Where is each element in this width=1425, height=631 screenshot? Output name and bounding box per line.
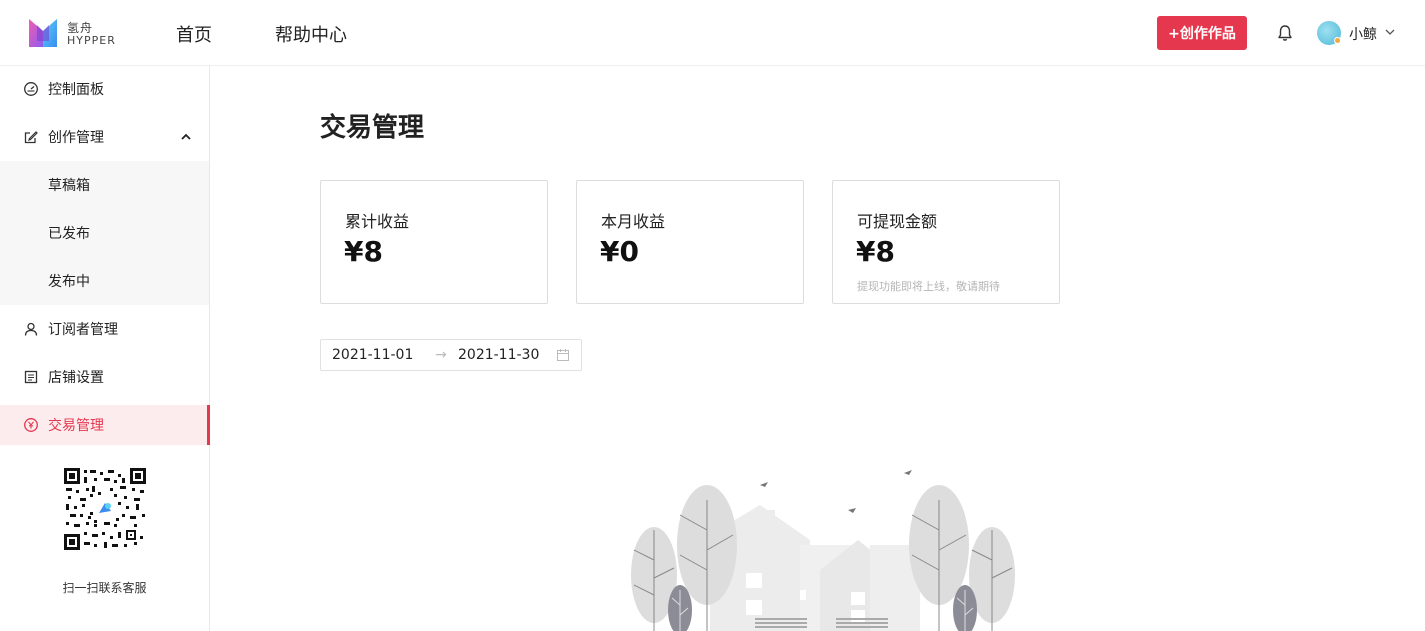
date-range-picker[interactable]: 2021-11-01 → 2021-11-30 — [320, 339, 582, 371]
top-header: 氢舟 HYPPER 首页 帮助中心 +创作作品 小鲸 — [0, 0, 1425, 66]
sidebar-item-published[interactable]: 已发布 — [0, 209, 209, 257]
sidebar-item-drafts[interactable]: 草稿箱 — [0, 161, 209, 209]
sidebar-item-label: 草稿箱 — [48, 178, 90, 194]
yen-icon — [24, 418, 38, 432]
sidebar-item-label: 发布中 — [48, 274, 90, 290]
card-value: ¥0 — [600, 235, 639, 268]
sidebar-item-dashboard[interactable]: 控制面板 — [0, 69, 209, 109]
nav-home[interactable]: 首页 — [176, 21, 212, 47]
qr-caption: 扫一扫联系客服 — [62, 581, 147, 595]
card-value: ¥8 — [344, 235, 383, 268]
date-range-separator: → — [435, 347, 447, 363]
user-icon — [24, 322, 38, 336]
chevron-down-icon[interactable] — [1384, 27, 1396, 37]
card-label: 可提现金额 — [857, 212, 938, 231]
sidebar-item-label: 控制面板 — [48, 82, 104, 98]
hypper-logo[interactable]: 氢舟 HYPPER — [29, 17, 119, 49]
avatar-badge — [1334, 37, 1341, 44]
sidebar-item-label: 交易管理 — [48, 418, 104, 434]
bell-icon[interactable] — [1276, 24, 1294, 42]
withdrawable-card: 可提现金额 ¥8 提现功能即将上线，敬请期待 — [832, 180, 1060, 304]
logo-mark-icon — [29, 19, 57, 47]
sidebar-item-publishing[interactable]: 发布中 — [0, 257, 209, 305]
monthly-earnings-card: 本月收益 ¥0 — [576, 180, 804, 304]
card-note: 提现功能即将上线，敬请期待 — [857, 280, 1000, 293]
empty-state-illustration — [631, 470, 1015, 631]
sidebar: 控制面板 创作管理 草稿箱 已发布 发布中 订阅者管理 店铺设置 交易管理 扫一… — [0, 66, 210, 631]
page-title: 交易管理 — [320, 113, 425, 143]
sidebar-item-label: 已发布 — [48, 226, 90, 242]
active-indicator — [207, 405, 210, 445]
store-icon — [24, 370, 38, 384]
calendar-icon[interactable] — [556, 348, 570, 362]
edit-icon — [24, 131, 38, 144]
logo-text-en: HYPPER — [67, 34, 116, 47]
card-label: 累计收益 — [345, 212, 410, 231]
username[interactable]: 小鲸 — [1349, 24, 1377, 44]
card-value: ¥8 — [856, 235, 895, 268]
sidebar-item-label: 创作管理 — [48, 130, 104, 146]
sidebar-item-creation[interactable]: 创作管理 — [0, 117, 209, 157]
date-end-input[interactable]: 2021-11-30 — [458, 347, 539, 363]
create-work-button[interactable]: +创作作品 — [1157, 16, 1247, 50]
sidebar-item-label: 订阅者管理 — [48, 322, 118, 338]
card-label: 本月收益 — [601, 212, 666, 231]
date-start-input[interactable]: 2021-11-01 — [332, 347, 413, 363]
qr-code — [64, 468, 146, 550]
sidebar-item-transactions[interactable]: 交易管理 — [0, 405, 210, 445]
nav-help-center[interactable]: 帮助中心 — [275, 21, 347, 47]
dashboard-icon — [24, 82, 38, 96]
sidebar-item-store-settings[interactable]: 店铺设置 — [0, 357, 209, 397]
total-earnings-card: 累计收益 ¥8 — [320, 180, 548, 304]
sidebar-item-subscribers[interactable]: 订阅者管理 — [0, 309, 209, 349]
sidebar-item-label: 店铺设置 — [48, 370, 104, 386]
chevron-up-icon[interactable] — [180, 132, 192, 142]
